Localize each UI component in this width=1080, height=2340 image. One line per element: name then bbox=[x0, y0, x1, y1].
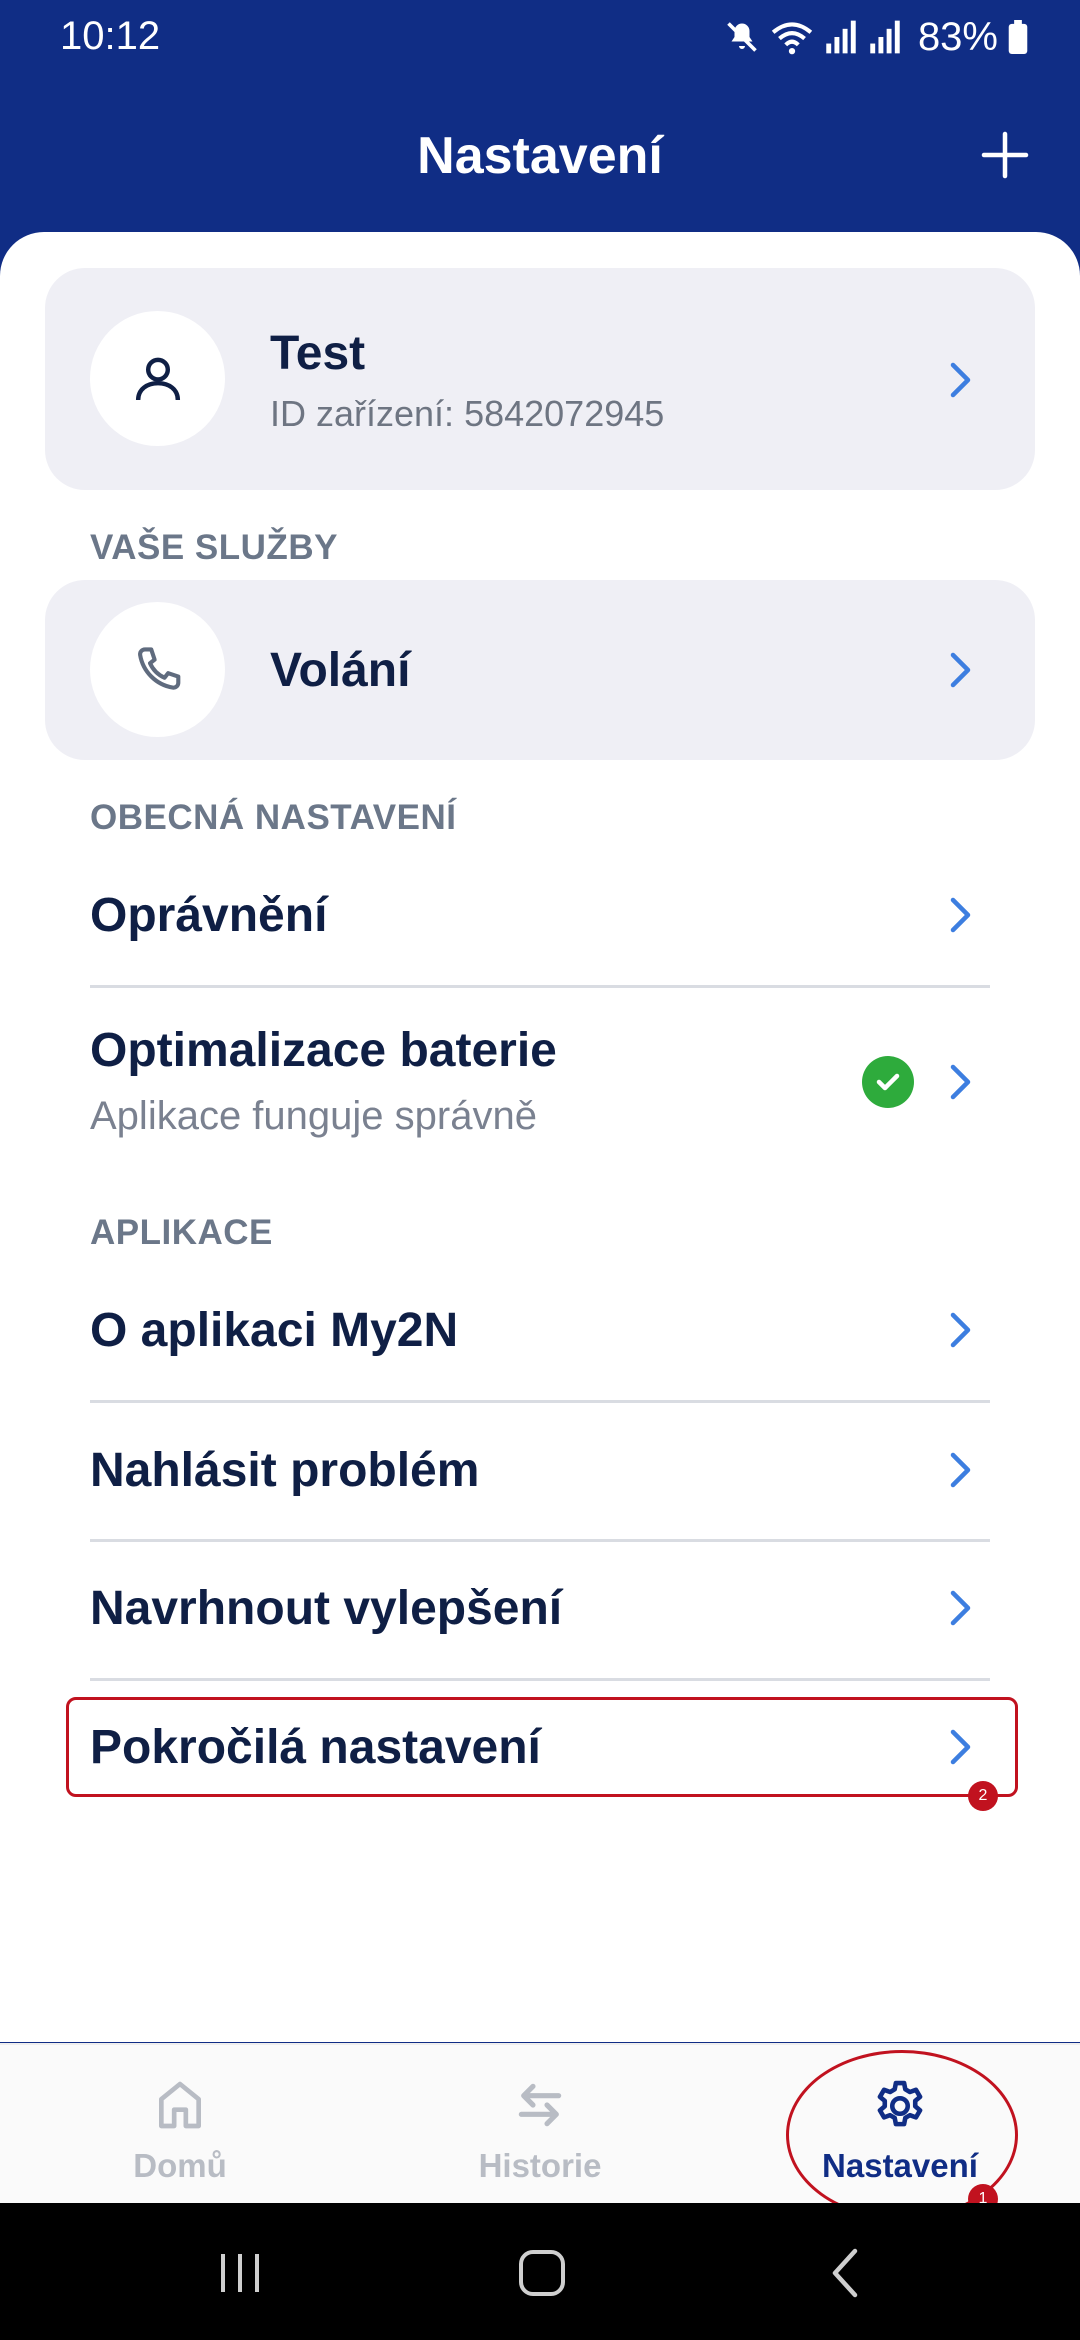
battery-optimization-item[interactable]: Optimalizace baterie Aplikace funguje sp… bbox=[90, 1000, 990, 1160]
app-header: Nastavení bbox=[0, 80, 1080, 230]
report-problem-item[interactable]: Nahlásit problém bbox=[90, 1425, 990, 1515]
nav-tab-history[interactable]: Historie bbox=[390, 2045, 690, 2205]
divider bbox=[90, 1678, 990, 1681]
status-icons: 83% bbox=[724, 12, 1028, 62]
step-marker-advanced: 2 bbox=[968, 1781, 998, 1811]
battery-optimization-label: Optimalizace baterie bbox=[90, 1024, 557, 1077]
home-icon bbox=[30, 2077, 330, 2137]
divider bbox=[90, 1400, 990, 1403]
nav-tab-home[interactable]: Domů bbox=[30, 2045, 330, 2205]
avatar bbox=[90, 311, 225, 446]
about-app-label: O aplikaci My2N bbox=[90, 1304, 459, 1357]
battery-percent: 83% bbox=[917, 14, 998, 59]
recent-apps-icon bbox=[221, 2254, 259, 2292]
phone-icon bbox=[137, 646, 180, 690]
permissions-item[interactable]: Oprávnění bbox=[90, 870, 990, 960]
home-square-icon bbox=[519, 2250, 565, 2296]
suggest-improvement-item[interactable]: Navrhnout vylepšení bbox=[90, 1563, 990, 1653]
chevron-right-icon bbox=[945, 1062, 975, 1102]
status-time: 10:12 bbox=[60, 14, 161, 58]
section-services-label: VAŠE SLUŽBY bbox=[90, 528, 338, 567]
page-title: Nastavení bbox=[417, 127, 663, 185]
chevron-right-icon bbox=[945, 360, 975, 400]
account-name: Test bbox=[270, 327, 366, 380]
permissions-label: Oprávnění bbox=[90, 889, 328, 942]
chevron-right-icon bbox=[945, 895, 975, 935]
section-general-label: OBECNÁ NASTAVENÍ bbox=[90, 798, 457, 837]
suggest-improvement-label: Navrhnout vylepšení bbox=[90, 1582, 563, 1635]
chevron-right-icon bbox=[945, 1588, 975, 1628]
report-problem-label: Nahlásit problém bbox=[90, 1444, 480, 1497]
person-icon bbox=[135, 357, 180, 400]
back-icon bbox=[832, 2248, 858, 2298]
mute-icon bbox=[724, 19, 760, 55]
divider bbox=[90, 1539, 990, 1542]
nav-tab-home-label: Domů bbox=[133, 2147, 227, 2184]
device-id: ID zařízení: 5842072945 bbox=[270, 393, 665, 434]
calling-label: Volání bbox=[270, 644, 411, 697]
chevron-right-icon bbox=[945, 1310, 975, 1350]
wifi-icon bbox=[770, 19, 814, 55]
nav-tab-history-label: Historie bbox=[478, 2147, 602, 2184]
account-card[interactable]: Test ID zařízení: 5842072945 bbox=[45, 268, 1035, 490]
check-circle-icon bbox=[862, 1056, 914, 1108]
chevron-right-icon bbox=[945, 1450, 975, 1490]
signal-icon bbox=[868, 19, 902, 55]
calling-icon-circle bbox=[90, 602, 225, 737]
advanced-settings-highlight bbox=[66, 1697, 1018, 1797]
plus-icon bbox=[981, 131, 1029, 179]
home-system-button[interactable] bbox=[507, 2238, 577, 2308]
system-nav-bar bbox=[0, 2203, 1080, 2340]
recent-apps-button[interactable] bbox=[205, 2238, 275, 2308]
calling-card[interactable]: Volání bbox=[45, 580, 1035, 760]
about-app-item[interactable]: O aplikaci My2N bbox=[90, 1285, 990, 1375]
swap-arrows-icon bbox=[390, 2077, 690, 2137]
signal-icon bbox=[824, 19, 858, 55]
add-button[interactable] bbox=[980, 130, 1030, 180]
section-application-label: APLIKACE bbox=[90, 1213, 273, 1252]
battery-icon bbox=[1008, 20, 1028, 54]
status-bar: 10:12 83% bbox=[0, 0, 1080, 80]
back-button[interactable] bbox=[810, 2238, 880, 2308]
battery-optimization-status: Aplikace funguje správně bbox=[90, 1094, 537, 1138]
divider bbox=[90, 985, 990, 988]
chevron-right-icon bbox=[945, 650, 975, 690]
